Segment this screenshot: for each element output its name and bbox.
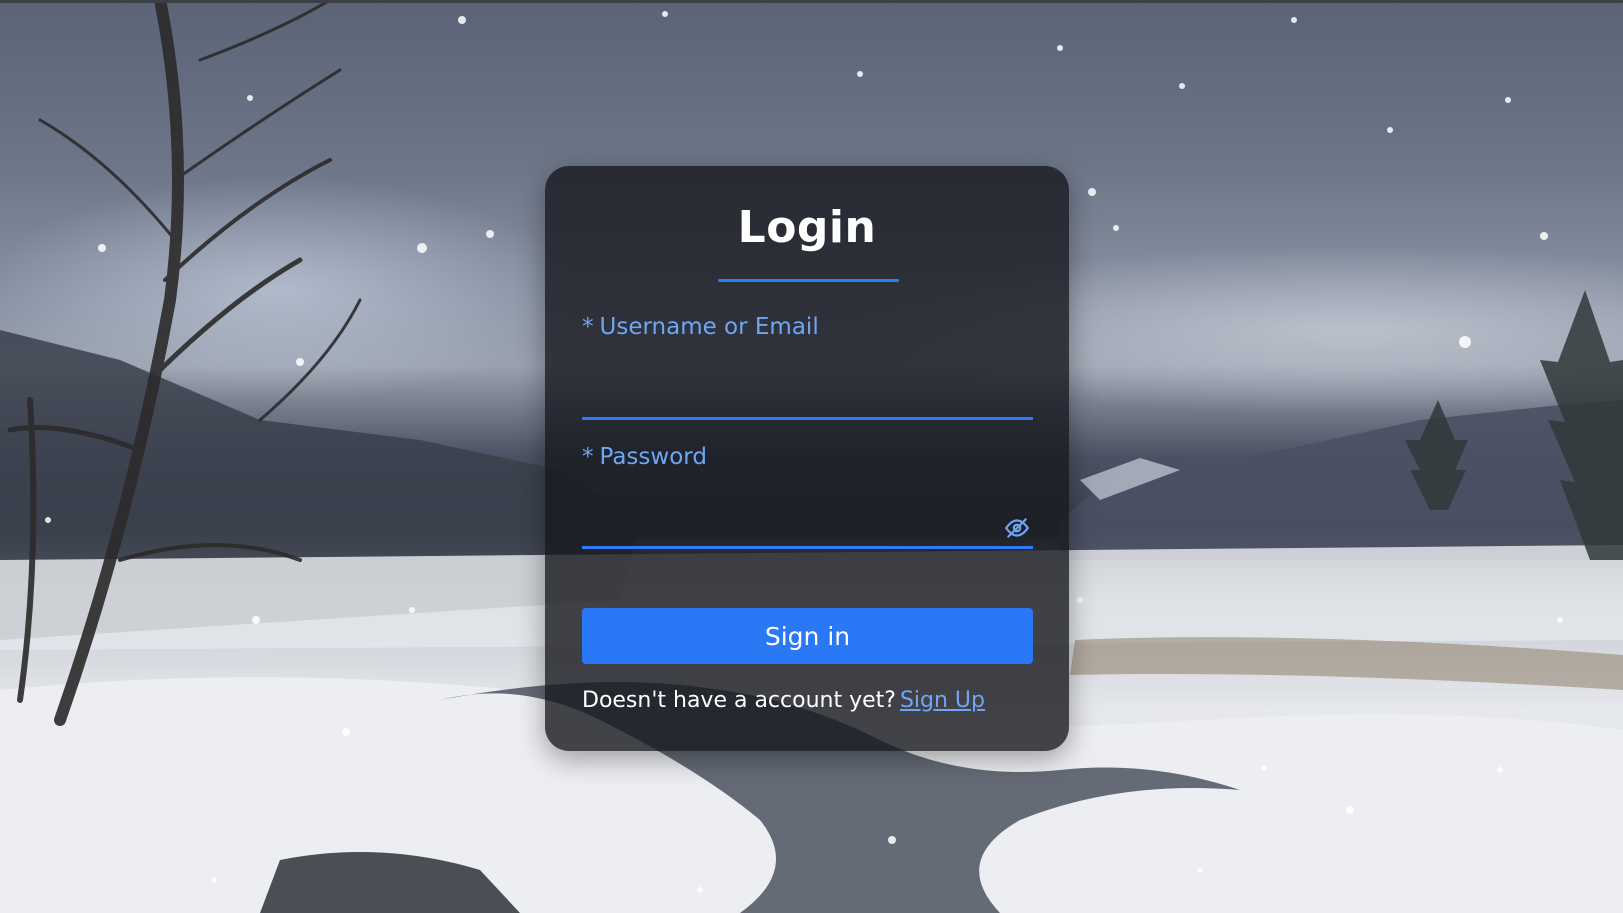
username-label: * Username or Email [582, 314, 819, 340]
sign-in-button[interactable]: Sign in [582, 608, 1033, 664]
required-marker: * [582, 314, 594, 340]
eye-off-icon[interactable] [1004, 515, 1030, 541]
title-underline [718, 279, 899, 282]
password-label-text: Password [599, 444, 707, 470]
login-page: Login * Username or Email * Password Sign … [0, 0, 1623, 913]
top-strip [0, 0, 1623, 3]
signup-prompt: Doesn't have a account yet? [582, 688, 896, 713]
username-label-text: Username or Email [599, 314, 819, 340]
login-card: Login * Username or Email * Password Sign … [545, 166, 1069, 751]
login-title: Login [737, 202, 877, 253]
sign-up-link[interactable]: Sign Up [900, 688, 985, 713]
signup-row: Doesn't have a account yet? Sign Up [582, 688, 985, 713]
password-label: * Password [582, 444, 707, 470]
username-input[interactable] [582, 376, 1033, 420]
required-marker: * [582, 444, 594, 470]
password-input[interactable] [582, 505, 1033, 549]
